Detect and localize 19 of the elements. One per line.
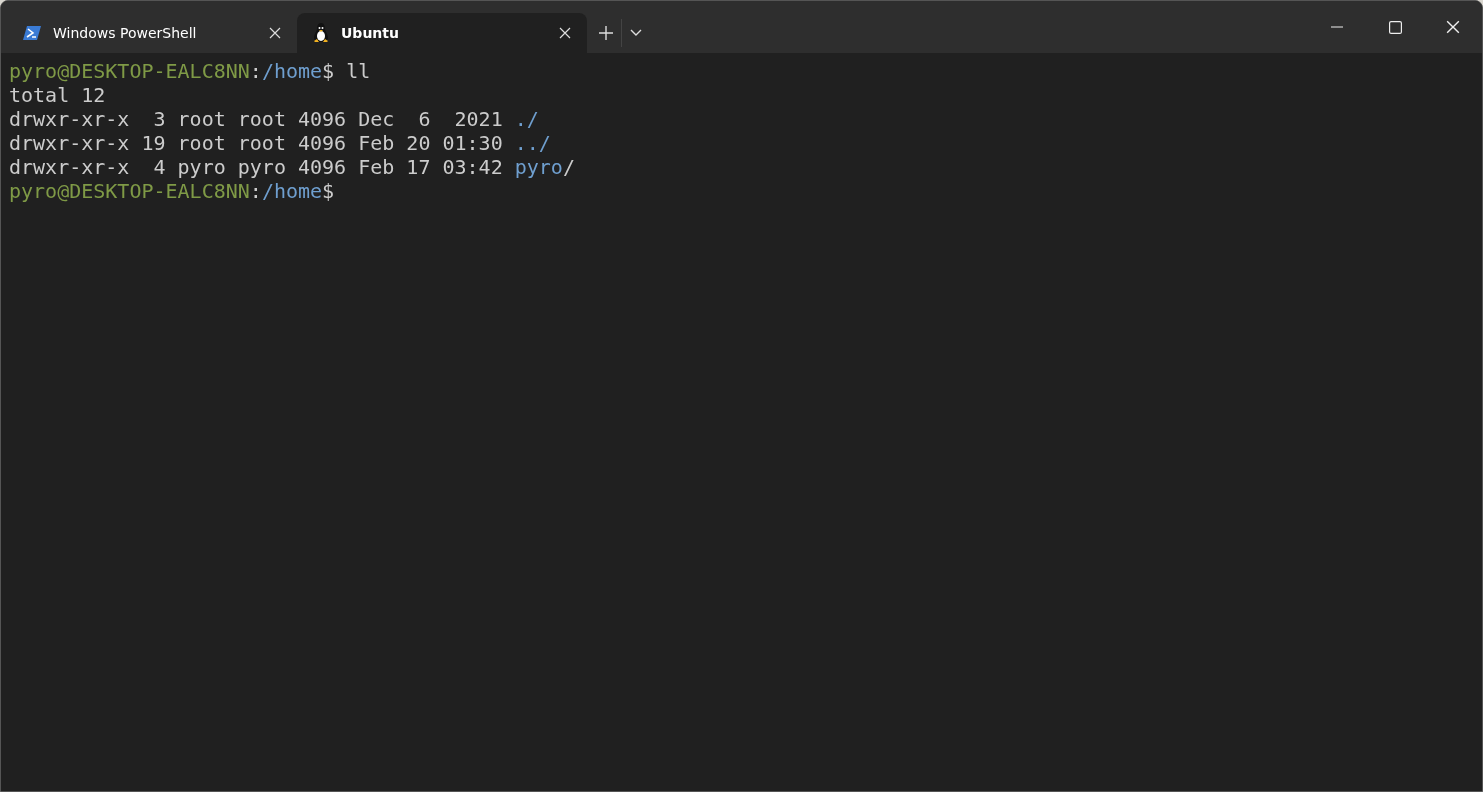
terminal-line: drwxr-xr-x 3 root root 4096 Dec 6 2021 ./ [9, 107, 539, 131]
tab[interactable]: Ubuntu [297, 13, 587, 53]
close-icon [269, 27, 281, 39]
penguin-icon [313, 23, 329, 43]
tab-title: Ubuntu [341, 25, 400, 41]
tab-title: Windows PowerShell [53, 25, 198, 41]
terminal-prompt-icon [23, 26, 41, 40]
tab[interactable]: Windows PowerShell [7, 13, 297, 53]
terminal-line: pyro@DESKTOP-EALC8NN:/home$ [9, 179, 335, 203]
minimize-icon [1331, 26, 1343, 28]
plus-icon [599, 26, 613, 40]
close-icon [1446, 20, 1460, 34]
chevron-down-icon [630, 29, 642, 37]
terminal-line: drwxr-xr-x 19 root root 4096 Feb 20 01:30 ../ [9, 131, 551, 155]
terminal-line: total 12 [9, 83, 106, 107]
maximize-icon [1388, 20, 1402, 34]
terminal-line: pyro@DESKTOP-EALC8NN:/home$ ll [9, 59, 371, 83]
terminal-line: drwxr-xr-x 4 pyro pyro 4096 Feb 17 03:42 pyro/ [9, 155, 575, 179]
close-icon [559, 27, 571, 39]
